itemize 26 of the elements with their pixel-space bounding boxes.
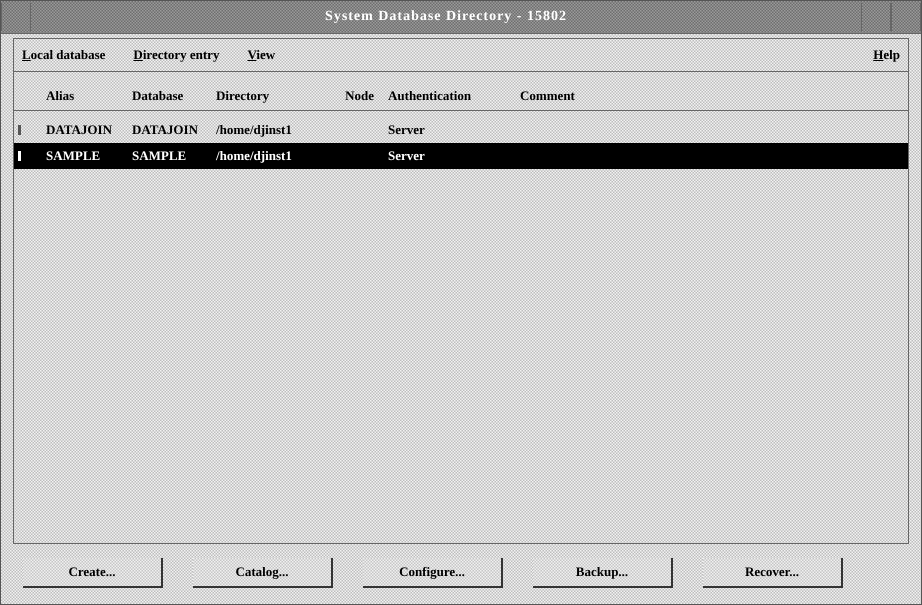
column-header: Node (344, 88, 374, 104)
dialog-button[interactable]: Backup... (533, 558, 673, 588)
dialog-button[interactable]: Recover... (703, 558, 843, 588)
dialog-button[interactable]: Configure... (363, 558, 503, 588)
menu-item[interactable]: Local database (22, 47, 106, 63)
menu-item[interactable]: View (247, 47, 276, 63)
help-menu[interactable]: Help (873, 47, 900, 63)
column-header: Database (132, 88, 184, 104)
window-title: System Database Directory - 15802 (324, 9, 568, 25)
column-header: Authentication (387, 88, 472, 104)
list-row[interactable]: DATAJOIN DATAJOIN /home/djinst1 Server (14, 117, 908, 143)
list-cell-text: SAMPLE (45, 148, 102, 164)
list-cell-text: SAMPLE (132, 148, 188, 164)
dialog-button[interactable]: Catalog... (193, 558, 333, 588)
list-cell-text: DATAJOIN (132, 122, 199, 138)
menu-item[interactable]: Directory entry (133, 47, 220, 63)
list-cell-text: DATAJOIN (45, 122, 113, 138)
list-cell-text: Server (387, 122, 426, 138)
column-header: Alias (45, 88, 76, 104)
list-cell-text: /home/djinst1 (216, 122, 293, 138)
list-cell-text: /home/djinst1 (216, 148, 293, 164)
column-header: Comment (520, 88, 576, 104)
dialog-button[interactable]: Create... (23, 558, 163, 588)
column-header: Directory (216, 88, 270, 104)
list-row[interactable]: SAMPLE SAMPLE /home/djinst1 Server (14, 143, 908, 169)
list-cell-text: Server (387, 148, 426, 164)
